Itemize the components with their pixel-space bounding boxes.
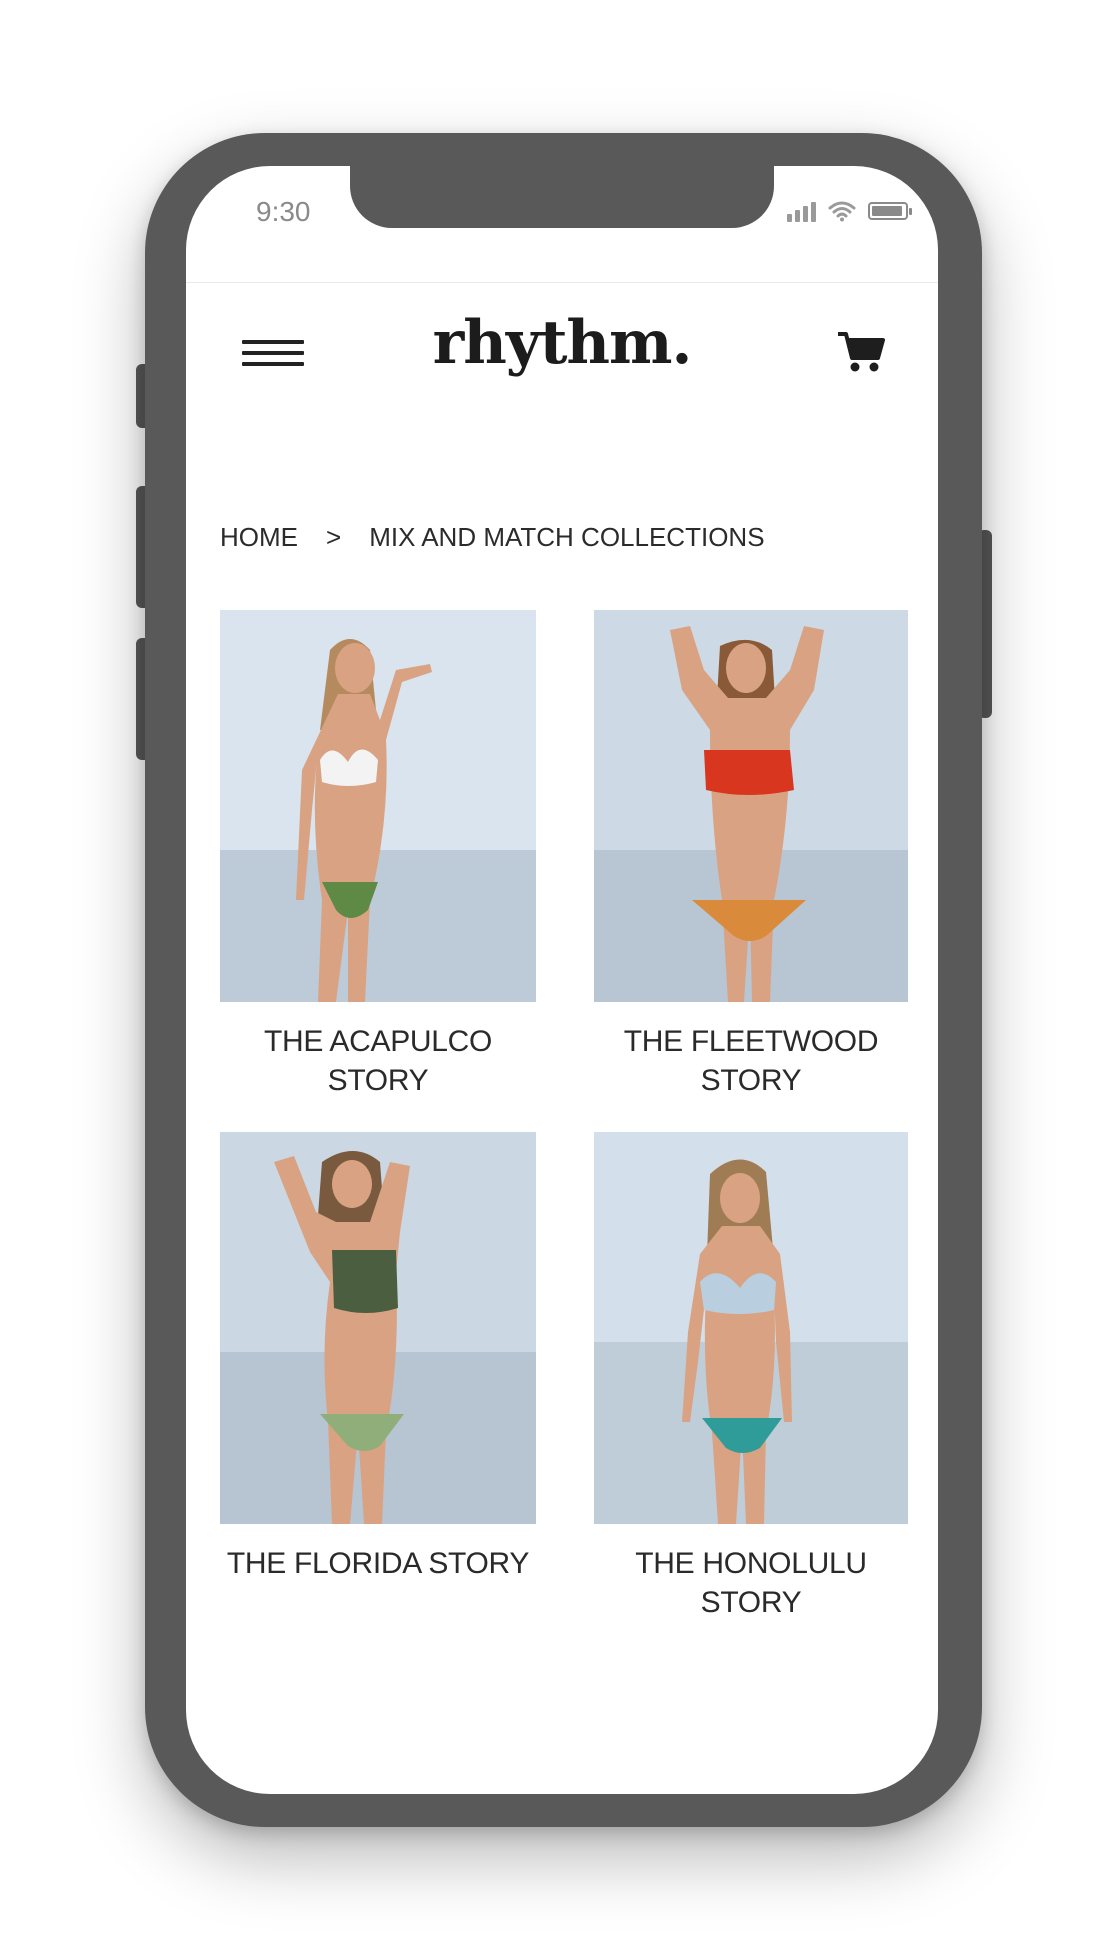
product-card-honolulu[interactable]: THE HONOLULU STORY [594, 1132, 908, 1622]
product-image[interactable] [594, 1132, 908, 1524]
notch [350, 166, 774, 228]
product-title[interactable]: THE FLEETWOOD STORY [594, 1022, 908, 1100]
status-time: 9:30 [256, 196, 311, 227]
product-card-acapulco[interactable]: THE ACAPULCO STORY [220, 610, 536, 1100]
status-divider [186, 282, 938, 283]
signal-icon [787, 200, 816, 222]
breadcrumb: HOME > MIX AND MATCH COLLECTIONS [220, 522, 765, 553]
product-image[interactable] [220, 610, 536, 1002]
breadcrumb-separator: > [326, 522, 342, 552]
status-icons [787, 200, 912, 222]
product-title[interactable]: THE ACAPULCO STORY [220, 1022, 536, 1100]
brand-logo[interactable]: rhythm. [186, 308, 938, 378]
breadcrumb-current: MIX AND MATCH COLLECTIONS [369, 522, 765, 552]
product-title[interactable]: THE FLORIDA STORY [220, 1544, 536, 1583]
app-header: rhythm. [186, 284, 938, 404]
product-image[interactable] [594, 610, 908, 1002]
wifi-icon [828, 201, 856, 222]
battery-fill [872, 206, 903, 216]
product-card-fleetwood[interactable]: THE FLEETWOOD STORY [594, 610, 908, 1100]
product-card-florida[interactable]: THE FLORIDA STORY [220, 1132, 536, 1583]
cart-icon[interactable] [836, 328, 886, 376]
breadcrumb-home-link[interactable]: HOME [220, 522, 298, 553]
product-title[interactable]: THE HONOLULU STORY [594, 1544, 908, 1622]
product-image[interactable] [220, 1132, 536, 1524]
battery-icon [868, 202, 912, 220]
phone-screen: 9:30 rhythm. HOME > MIX AND MATCH COLLEC… [186, 166, 938, 1794]
